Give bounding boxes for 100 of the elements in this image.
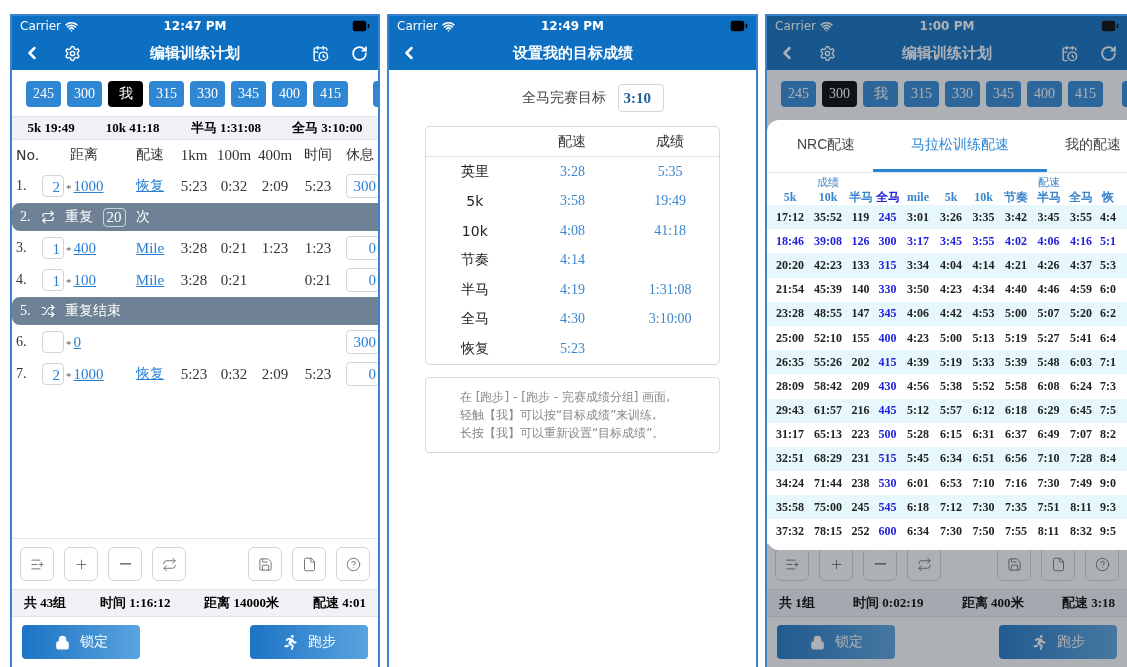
- pace-row[interactable]: 20:20 42:23 133 315 3:34 4:04 4:14 4:21 4:26 4:37 5:3: [767, 253, 1127, 278]
- total-value: 共 1组: [779, 594, 815, 612]
- preset-tab[interactable]: 315: [149, 81, 184, 107]
- preset-tab[interactable]: 我: [108, 81, 143, 107]
- settings-icon[interactable]: [64, 44, 81, 62]
- sheet-tab[interactable]: 我的配速: [1047, 120, 1127, 172]
- refresh-icon[interactable]: [351, 44, 368, 62]
- screen-title: 编辑训练计划: [901, 43, 993, 63]
- count-field[interactable]: [42, 331, 64, 353]
- pace-cell-text: 6:03: [1069, 354, 1093, 370]
- pace-cell-text: 21:54: [775, 282, 805, 298]
- count-field[interactable]: 2: [42, 175, 64, 197]
- lock-button[interactable]: 锁定: [22, 625, 140, 659]
- pace-cell-text: 515: [877, 451, 898, 467]
- pace-cell-text: 7:30: [971, 499, 996, 515]
- pace-cell-text: 32:51: [775, 451, 805, 467]
- distance-link[interactable]: 1000: [73, 365, 104, 383]
- table-clock-icon[interactable]: [312, 44, 329, 62]
- rest-field[interactable]: 300: [346, 330, 378, 354]
- copy-button[interactable]: [292, 547, 326, 581]
- pace-cell-text: 6:51: [971, 451, 996, 467]
- preset-tab[interactable]: 400: [272, 81, 307, 107]
- preset-tab[interactable]: 245: [781, 81, 816, 107]
- settings-icon[interactable]: [819, 44, 836, 62]
- pace-row[interactable]: 17:12 35:52 119 245 3:01 3:26 3:35 3:42 3:45 3:55 4:4: [767, 205, 1127, 230]
- pace-cell-text: 7:55: [1004, 524, 1028, 540]
- column-header: 配速: [135, 146, 165, 164]
- count-field[interactable]: 1: [42, 237, 64, 259]
- column-header: 半马: [1035, 189, 1062, 206]
- rest-field[interactable]: 0: [346, 362, 378, 386]
- pace-cell-text: 5:00: [1004, 306, 1028, 322]
- run-button[interactable]: 跑步: [999, 625, 1117, 659]
- pace-row[interactable]: 23:28 48:55 147 345 4:06 4:42 4:53 5:00 5:07 5:20 6:2: [767, 301, 1127, 326]
- pace-cell-text: 5:12: [906, 403, 930, 419]
- help-icon: [345, 556, 361, 572]
- save-button[interactable]: [248, 547, 282, 581]
- rest-field[interactable]: 0: [346, 236, 378, 260]
- preset-tab[interactable]: 300: [67, 81, 102, 107]
- column-header: 5k: [943, 190, 959, 205]
- pace-row[interactable]: 35:58 75:00 245 545 6:18 7:12 7:30 7:35 7:51 8:11 9:3: [767, 495, 1127, 520]
- pace-link[interactable]: 恢复: [126, 177, 174, 195]
- run-button[interactable]: 跑步: [250, 625, 368, 659]
- pace-link[interactable]: Mile: [126, 239, 174, 257]
- pace-cell-text: 3:26: [939, 209, 963, 225]
- preset-tab[interactable]: 315: [904, 81, 939, 107]
- pace-cell-text: 7:1: [1099, 354, 1117, 370]
- lock-button[interactable]: 锁定: [777, 625, 895, 659]
- refresh-icon[interactable]: [1100, 44, 1117, 62]
- goal-field[interactable]: 3:10: [617, 84, 664, 112]
- pace-row[interactable]: 29:43 61:57 216 445 5:12 5:57 6:12 6:18 6:29 6:45 7:5: [767, 398, 1127, 423]
- preset-tab[interactable]: 330: [945, 81, 980, 107]
- repeat-end-row[interactable]: 5. 重复结束: [12, 297, 378, 325]
- preset-tab[interactable]: 400: [1027, 81, 1062, 107]
- pace-cell-text: 5:41: [1069, 330, 1093, 346]
- preset-tab[interactable]: 我: [863, 81, 898, 107]
- pace-cell-text: 5:38: [939, 378, 963, 394]
- pace-cell-text: 5:39: [1004, 354, 1028, 370]
- pace-cell-text: 55:26: [813, 354, 843, 370]
- summary-value: 全马 3:10:00: [292, 119, 363, 137]
- preset-tab[interactable]: 345: [986, 81, 1021, 107]
- pace-cell-text: 6:0: [1099, 282, 1117, 298]
- sheet-tab[interactable]: NRC配速: [779, 120, 874, 172]
- pace-cell-text: 6:31: [971, 427, 996, 443]
- partial-tab[interactable]: [1122, 81, 1127, 107]
- preset-tab[interactable]: 415: [1068, 81, 1103, 107]
- repeat-row[interactable]: 2. 重复 20 次: [12, 203, 378, 231]
- pace-row[interactable]: 32:51 68:29 231 515 5:45 6:34 6:51 6:56 7:10 7:28 8:4: [767, 446, 1127, 472]
- pace-cell-text: 300: [877, 233, 898, 249]
- preset-tab[interactable]: 345: [231, 81, 266, 107]
- lock-icon: [809, 634, 825, 650]
- pace-link[interactable]: Mile: [126, 271, 174, 289]
- pace-link[interactable]: 恢复: [126, 365, 174, 383]
- pace-cell-text: 5:1: [1099, 233, 1117, 249]
- running-icon: [1031, 634, 1047, 650]
- preset-tab[interactable]: 330: [190, 81, 225, 107]
- distance-link[interactable]: 400: [73, 239, 96, 257]
- pace-row[interactable]: 26:35 55:26 202 415 4:39 5:19 5:33 5:39 5:48 6:03 7:1: [767, 350, 1127, 375]
- distance-link[interactable]: 100: [73, 271, 96, 289]
- sheet-tab[interactable]: 马拉松训练配速: [873, 120, 1047, 172]
- help-button[interactable]: [336, 547, 370, 581]
- column-header: 节奏: [1003, 189, 1029, 206]
- repeat-button[interactable]: [152, 547, 186, 581]
- table-clock-icon[interactable]: [1061, 44, 1078, 62]
- rest-field[interactable]: 300: [346, 174, 378, 198]
- count-field[interactable]: 2: [42, 363, 64, 385]
- preset-tab[interactable]: 415: [313, 81, 348, 107]
- preset-tab[interactable]: 245: [26, 81, 61, 107]
- rest-field[interactable]: 0: [346, 268, 378, 292]
- clock-time: 12:47 PM: [163, 19, 227, 33]
- distance-link[interactable]: 0: [73, 333, 81, 351]
- preset-tab[interactable]: 300: [822, 81, 857, 107]
- total-value: 距离 400米: [961, 594, 1024, 612]
- partial-tab[interactable]: [373, 81, 378, 107]
- distance-link[interactable]: 1000: [73, 177, 104, 195]
- pace-cell-text: 7:49: [1069, 475, 1093, 491]
- list-plus-icon: [784, 556, 800, 572]
- count-field[interactable]: 1: [42, 269, 64, 291]
- repeat-count-field[interactable]: 20: [102, 207, 126, 227]
- add-list-button[interactable]: [20, 547, 54, 581]
- column-header: mile: [906, 190, 930, 205]
